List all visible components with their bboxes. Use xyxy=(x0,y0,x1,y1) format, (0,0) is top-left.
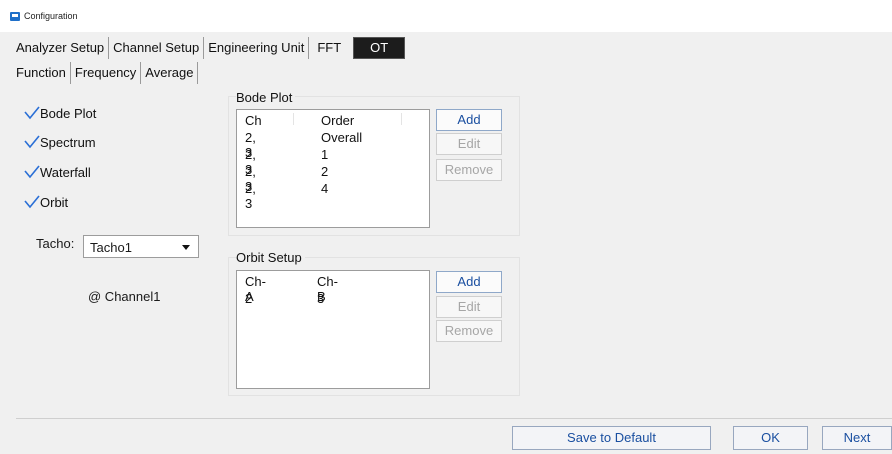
bode-add-button[interactable]: Add xyxy=(436,109,502,131)
checkbox-orbit[interactable]: Orbit xyxy=(24,194,68,210)
checkmark-icon xyxy=(24,105,40,121)
checkmark-icon xyxy=(24,194,40,210)
tacho-channel-note: @ Channel1 xyxy=(88,289,161,304)
subtab-frequency[interactable]: Frequency xyxy=(71,62,142,84)
tab-channel-setup[interactable]: Channel Setup xyxy=(109,37,205,59)
tab-analyzer-setup[interactable]: Analyzer Setup xyxy=(12,37,110,59)
tacho-selected-value: Tacho1 xyxy=(90,240,132,255)
configuration-app-icon xyxy=(10,12,20,21)
bode-remove-button[interactable]: Remove xyxy=(436,159,502,181)
subtab-average[interactable]: Average xyxy=(141,62,199,84)
checkbox-spectrum[interactable]: Spectrum xyxy=(24,134,96,150)
footer-separator xyxy=(16,418,892,419)
tab-engineering-unit[interactable]: Engineering Unit xyxy=(204,37,310,59)
main-tab-bar: Analyzer Setup Channel Setup Engineering… xyxy=(12,37,406,59)
checkbox-label: Waterfall xyxy=(40,164,91,180)
chevron-down-icon xyxy=(182,245,190,250)
orbit-remove-button[interactable]: Remove xyxy=(436,320,502,342)
orbit-setup-title: Orbit Setup xyxy=(236,250,305,265)
checkmark-icon xyxy=(24,134,40,150)
title-bar: Configuration xyxy=(0,0,892,32)
column-header-ch: Ch xyxy=(245,113,262,128)
next-button[interactable]: Next xyxy=(822,426,892,450)
cell-order: 4 xyxy=(321,181,329,196)
bode-plot-title: Bode Plot xyxy=(236,90,296,105)
checkbox-label: Spectrum xyxy=(40,134,96,150)
bode-plot-list[interactable]: Ch Order 2, 3 Overall 2, 3 1 2, 3 2 2, 3… xyxy=(236,109,430,228)
cell-order: 1 xyxy=(321,147,329,162)
checkbox-waterfall[interactable]: Waterfall xyxy=(24,164,91,180)
bode-edit-button[interactable]: Edit xyxy=(436,133,502,155)
window-title: Configuration xyxy=(24,11,78,21)
save-to-default-button[interactable]: Save to Default xyxy=(512,426,711,450)
column-divider xyxy=(293,113,294,125)
tacho-label: Tacho: xyxy=(36,236,75,251)
cell-ch-b: 3 xyxy=(317,291,325,306)
cell-order: 2 xyxy=(321,164,329,179)
checkbox-bode-plot[interactable]: Bode Plot xyxy=(24,105,96,121)
checkbox-label: Bode Plot xyxy=(40,105,97,121)
orbit-add-button[interactable]: Add xyxy=(436,271,502,293)
column-divider xyxy=(401,113,402,125)
orbit-edit-button[interactable]: Edit xyxy=(436,296,502,318)
cell-order: Overall xyxy=(321,130,363,145)
subtab-function[interactable]: Function xyxy=(14,62,71,84)
orbit-setup-list[interactable]: Ch-A Ch-B 2 3 xyxy=(236,270,430,389)
tacho-dropdown[interactable]: Tacho1 xyxy=(83,235,199,258)
checkmark-icon xyxy=(24,164,40,180)
sub-tab-bar: Function Frequency Average xyxy=(14,62,199,84)
tab-ot[interactable]: OT xyxy=(353,37,406,59)
ok-button[interactable]: OK xyxy=(733,426,808,450)
tab-fft[interactable]: FFT xyxy=(309,37,345,59)
column-header-order: Order xyxy=(321,113,355,128)
cell-ch: 2, 3 xyxy=(245,181,256,211)
checkbox-label: Orbit xyxy=(40,194,69,210)
cell-ch-a: 2 xyxy=(245,291,253,306)
